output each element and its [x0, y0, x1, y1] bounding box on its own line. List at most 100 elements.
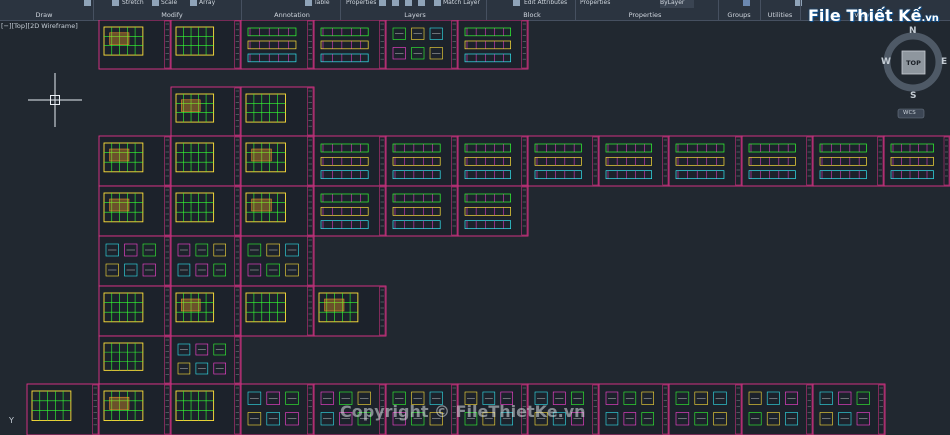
title-block — [451, 186, 458, 236]
title-block — [806, 136, 813, 186]
copyright-watermark: Copyright © FileThietKe.vn — [340, 402, 586, 421]
crosshair-cursor-icon — [28, 73, 82, 127]
title-block — [662, 136, 669, 186]
title-block — [164, 384, 171, 435]
wcs-menu[interactable]: WCS — [903, 110, 916, 116]
layer-tool-icon[interactable] — [379, 0, 386, 6]
drawing-sheet[interactable] — [812, 383, 886, 435]
compass-west[interactable]: W — [881, 57, 891, 67]
hatched-area — [251, 148, 272, 162]
ribbon-item-scale[interactable]: Scale — [161, 0, 177, 8]
table-icon[interactable] — [305, 0, 312, 6]
stretch-icon[interactable] — [112, 0, 119, 6]
title-block — [234, 136, 241, 186]
title-block — [662, 384, 669, 435]
title-block — [307, 384, 314, 435]
panel-properties[interactable]: Properties — [629, 10, 662, 20]
title-block — [592, 384, 599, 435]
title-block — [379, 136, 386, 186]
drawing-sheet[interactable] — [385, 20, 459, 70]
title-block — [307, 87, 314, 136]
title-block — [451, 136, 458, 186]
title-block — [451, 20, 458, 69]
drawing-sheet[interactable] — [240, 383, 315, 435]
compass-north[interactable]: N — [909, 26, 917, 36]
ucs-y-axis-label: Y — [9, 416, 14, 425]
title-block — [234, 186, 241, 236]
panel-layers[interactable]: Layers — [404, 10, 426, 20]
viewcube[interactable]: TOP N E S W WCS — [878, 24, 948, 120]
panel-groups[interactable]: Groups — [727, 10, 750, 20]
ribbon-item-match-layer[interactable]: Match Layer — [443, 0, 480, 8]
groups-icon[interactable] — [743, 0, 750, 6]
title-block — [521, 20, 528, 69]
title-block — [521, 136, 528, 186]
ribbon-item-array[interactable]: Array — [199, 0, 215, 8]
compass-east[interactable]: E — [941, 57, 947, 67]
hatched-area — [109, 148, 130, 162]
edit-attributes-icon[interactable] — [513, 0, 520, 6]
layer-tool-icon-4[interactable] — [418, 0, 425, 6]
drawing-sheet[interactable] — [598, 383, 670, 435]
title-block — [234, 384, 241, 435]
drawing-sheet[interactable] — [240, 235, 315, 287]
title-block — [307, 186, 314, 236]
ribbon-item-layer-properties[interactable]: Properties — [346, 0, 376, 8]
title-block — [379, 186, 386, 236]
hatched-area — [181, 298, 201, 312]
panel-modify[interactable]: Modify — [161, 10, 183, 20]
title-block — [307, 286, 314, 336]
hatched-area — [109, 32, 130, 45]
ribbon-item-table[interactable]: Table — [314, 0, 330, 8]
title-block — [806, 384, 813, 435]
match-layer-icon[interactable] — [434, 0, 441, 6]
hatched-area — [109, 396, 130, 410]
title-block — [234, 20, 241, 69]
panel-annotation[interactable]: Annotation — [274, 10, 310, 20]
layer-tool-icon-3[interactable] — [405, 0, 412, 6]
drawing-sheet[interactable] — [741, 383, 814, 435]
title-block — [379, 20, 386, 69]
ribbon-item-edit-attributes[interactable]: Edit Attributes — [524, 0, 567, 8]
draw-tool-icon[interactable] — [84, 0, 91, 6]
drawing-sheet[interactable] — [170, 235, 242, 287]
viewcube-top-face[interactable]: TOP — [902, 59, 925, 67]
title-block — [164, 286, 171, 336]
hatched-area — [181, 99, 201, 112]
hatched-area — [109, 198, 130, 212]
title-block — [735, 384, 742, 435]
title-block — [735, 136, 742, 186]
title-block — [164, 186, 171, 236]
ribbon-item-properties[interactable]: Properties — [580, 0, 610, 8]
title-block — [307, 20, 314, 69]
title-block — [592, 136, 599, 186]
array-icon[interactable] — [190, 0, 197, 6]
compass-south[interactable]: S — [910, 91, 916, 101]
layer-tool-icon-2[interactable] — [392, 0, 399, 6]
drawing-canvas[interactable] — [0, 20, 950, 435]
drawing-sheet[interactable] — [98, 235, 172, 287]
title-block — [878, 384, 885, 435]
title-block — [877, 136, 884, 186]
panel-draw[interactable]: Draw — [36, 10, 53, 20]
title-block — [379, 286, 386, 336]
title-block — [92, 384, 99, 435]
hatched-area — [324, 298, 345, 312]
title-block — [234, 336, 241, 384]
title-block — [164, 20, 171, 69]
title-block — [234, 286, 241, 336]
bylayer-dropdown[interactable]: ByLayer — [660, 0, 695, 8]
title-block — [943, 136, 950, 186]
panel-block[interactable]: Block — [523, 10, 541, 20]
title-block — [307, 236, 314, 286]
ribbon-item-stretch[interactable]: Stretch — [122, 0, 144, 8]
drawing-sheet[interactable] — [170, 335, 242, 385]
title-block — [307, 136, 314, 186]
scale-icon[interactable] — [152, 0, 159, 6]
hatched-area — [251, 198, 272, 212]
drawing-sheet[interactable] — [668, 383, 743, 435]
title-block — [164, 236, 171, 286]
title-block — [164, 336, 171, 384]
panel-utilities[interactable]: Utilities — [768, 10, 792, 20]
title-block — [164, 136, 171, 186]
